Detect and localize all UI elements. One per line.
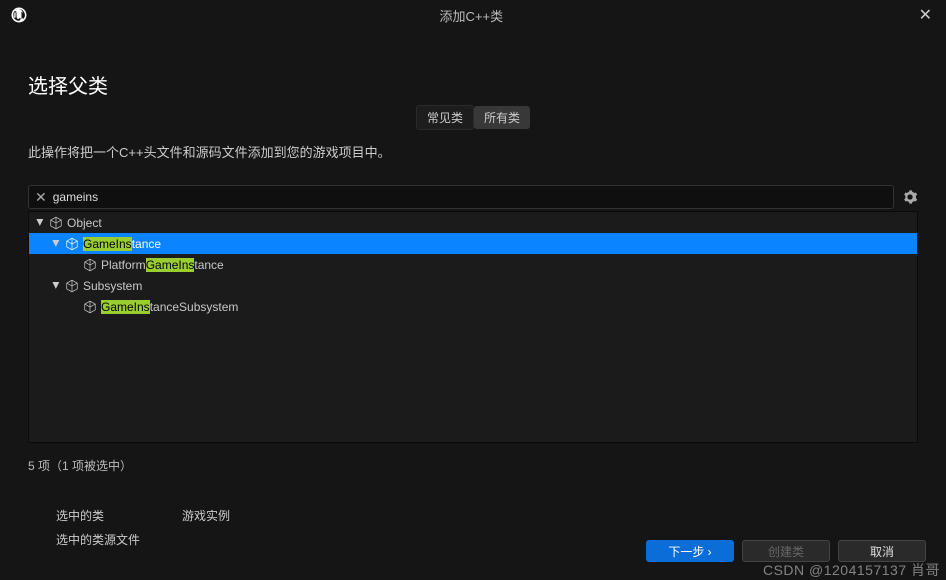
window-title: 添加C++类 [28,6,915,25]
tree-item[interactable]: ▶PlatformGameInstance [29,254,917,275]
class-tree[interactable]: ▶Object▶GameInstance▶PlatformGameInstanc… [28,211,918,443]
expand-arrow-icon[interactable]: ▶ [35,218,46,228]
create-class-button[interactable]: 创建类 [742,540,830,562]
next-button[interactable]: 下一步 › [646,540,734,562]
class-cube-icon [83,258,97,272]
page-description: 此操作将把一个C++头文件和源码文件添加到您的游戏项目中。 [28,142,918,161]
class-cube-icon [83,300,97,314]
tree-item[interactable]: ▶ Object [29,212,917,233]
selected-class-value: 游戏实例 [182,504,230,528]
selected-class-label: 选中的类 [56,504,146,528]
tab-all-classes[interactable]: 所有类 [474,106,530,129]
tree-item-label: Object [67,216,102,230]
tree-item[interactable]: ▶GameInstanceSubsystem [29,296,917,317]
page-heading: 选择父类 [28,70,918,99]
tree-item-label: GameInstance [83,237,161,251]
close-icon[interactable]: ✕ [915,5,936,25]
footer-buttons: 下一步 › 创建类 取消 [646,540,926,562]
tree-item-label: PlatformGameInstance [101,258,224,272]
tree-item[interactable]: ▶ GameInstance [29,233,917,254]
search-box[interactable]: ✕ [28,185,894,209]
class-cube-icon [49,216,63,230]
gear-icon[interactable] [902,189,918,205]
watermark: CSDN @1204157137 肖哥 [763,560,940,580]
search-input[interactable] [53,190,887,204]
tree-item[interactable]: ▶ Subsystem [29,275,917,296]
selected-source-label: 选中的类源文件 [56,528,146,552]
tree-item-label: Subsystem [83,279,142,293]
class-cube-icon [65,237,79,251]
expand-arrow-icon[interactable]: ▶ [51,281,62,291]
clear-search-icon[interactable]: ✕ [35,189,47,206]
cancel-button[interactable]: 取消 [838,540,926,562]
tab-common-classes[interactable]: 常见类 [416,105,474,130]
class-cube-icon [65,279,79,293]
ue-logo-icon [10,6,28,24]
expand-arrow-icon[interactable]: ▶ [51,239,62,249]
titlebar: 添加C++类 ✕ [0,0,946,30]
tree-item-label: GameInstanceSubsystem [101,300,238,314]
class-type-tabs: 常见类所有类 [28,105,918,130]
selection-status: 5 项（1 项被选中） [28,457,918,474]
